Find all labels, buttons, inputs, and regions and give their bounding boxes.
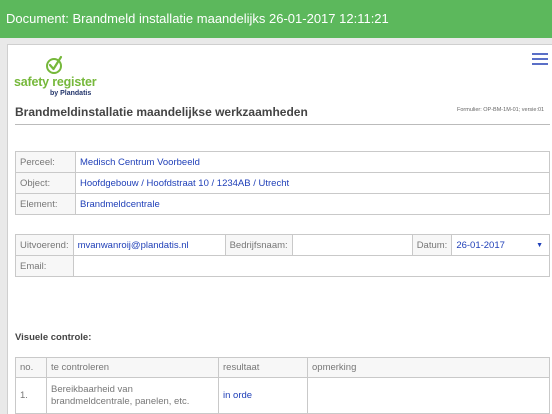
execution-row: Uitvoerend: mvanwanroij@plandatis.nl Bed… [15, 234, 550, 256]
location-table: Perceel: Medisch Centrum Voorbeeld Objec… [15, 151, 550, 215]
table-row: 1. Bereikbaarheid van brandmeldcentrale,… [15, 377, 550, 414]
datum-label: Datum: [411, 234, 453, 256]
row-remark[interactable] [307, 377, 550, 414]
perceel-value[interactable]: Medisch Centrum Voorbeeld [75, 151, 550, 173]
email-field[interactable] [72, 255, 551, 277]
document-sheet: safety register by Plandatis Brandmeldin… [7, 44, 552, 414]
visual-check-title: Visuele controle: [15, 332, 92, 343]
heading-divider [15, 124, 550, 125]
logo-name: safety register [14, 75, 97, 89]
bedrijfsnaam-label: Bedrijfsnaam: [224, 234, 293, 256]
row-number: 1. [15, 377, 47, 414]
object-value[interactable]: Hoofdgebouw / Hoofdstraat 10 / 1234AB / … [75, 172, 550, 194]
row-result[interactable]: in orde [218, 377, 308, 414]
window-title-bar: Document: Brandmeld installatie maandeli… [0, 0, 552, 38]
page-title: Brandmeldinstallatie maandelijkse werkza… [15, 105, 308, 119]
uitvoerend-field[interactable]: mvanwanroij@plandatis.nl [72, 234, 226, 256]
visual-check-table: no. te controleren resultaat opmerking 1… [15, 357, 550, 414]
email-row: Email: [15, 255, 551, 277]
form-code: Formulier: OP-BM-1M-01; versie:01 [457, 107, 545, 113]
row-item: Bereikbaarheid van brandmeldcentrale, pa… [46, 377, 219, 414]
execution-table: Uitvoerend: mvanwanroij@plandatis.nl Bed… [15, 234, 551, 277]
element-value[interactable]: Brandmeldcentrale [75, 193, 550, 215]
logo: safety register by Plandatis [14, 53, 104, 101]
column-header-result: resultaat [218, 357, 308, 378]
datum-value: 26-01-2017 [456, 239, 505, 251]
column-header-item: te controleren [46, 357, 219, 378]
object-label: Object: [15, 172, 76, 194]
uitvoerend-label: Uitvoerend: [15, 234, 74, 256]
window-title: Document: Brandmeld installatie maandeli… [6, 11, 389, 26]
location-row-element: Element: Brandmeldcentrale [15, 193, 550, 215]
location-row-perceel: Perceel: Medisch Centrum Voorbeeld [15, 151, 550, 173]
caret-down-icon: ▼ [536, 241, 543, 249]
column-header-no: no. [15, 357, 47, 378]
email-label: Email: [15, 255, 74, 277]
location-row-object: Object: Hoofdgebouw / Hoofdstraat 10 / 1… [15, 172, 550, 194]
bedrijfsnaam-field[interactable] [291, 234, 413, 256]
column-header-remark: opmerking [307, 357, 550, 378]
visual-check-header: no. te controleren resultaat opmerking [15, 357, 550, 378]
hamburger-icon[interactable] [532, 53, 550, 65]
check-logo-icon [46, 55, 63, 74]
logo-by-line: by Plandatis [50, 90, 92, 97]
perceel-label: Perceel: [15, 151, 76, 173]
datum-select[interactable]: 26-01-2017 ▼ [451, 234, 550, 256]
element-label: Element: [15, 193, 76, 215]
